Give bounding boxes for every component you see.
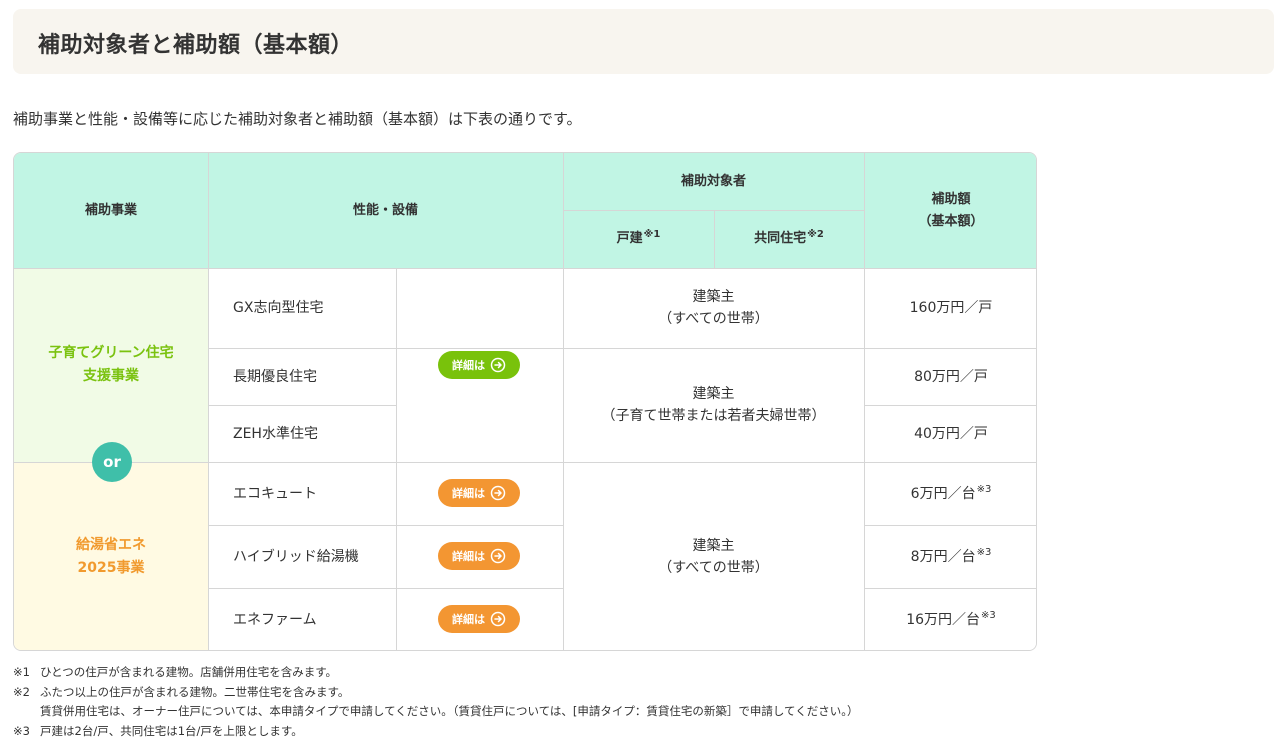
grid-line bbox=[714, 210, 715, 268]
detail-button-ecocute[interactable]: 詳細は bbox=[438, 479, 520, 507]
grid-line bbox=[208, 525, 563, 526]
grid-line bbox=[864, 588, 1036, 589]
intro-text: 補助事業と性能・設備等に応じた補助対象者と補助額（基本額）は下表の通りです。 bbox=[13, 110, 582, 128]
grid-line bbox=[14, 462, 1036, 463]
grid-line bbox=[208, 348, 1036, 349]
target-water: 建築主 （すべての世帯） bbox=[563, 462, 864, 650]
target-long-zeh: 建築主 （子育て世帯または若者夫婦世帯） bbox=[563, 348, 864, 462]
grid-line bbox=[396, 268, 397, 650]
amount-long-term: 80万円／戸 bbox=[864, 348, 1036, 405]
arrow-circle-right-icon bbox=[490, 357, 506, 373]
arrow-circle-right-icon bbox=[490, 485, 506, 501]
footnotes: ※1 ひとつの住戸が含まれる建物。店舗併用住宅を含みます。 ※2 ふたつ以上の住戸が… bbox=[13, 663, 858, 741]
amount-zeh: 40万円／戸 bbox=[864, 405, 1036, 462]
grid-line bbox=[208, 153, 209, 650]
arrow-circle-right-icon bbox=[490, 548, 506, 564]
amount-ecocute: 6万円／台 ※3 bbox=[864, 462, 1036, 525]
footnote: ※2 ふたつ以上の住戸が含まれる建物。二世帯住宅を含みます。 bbox=[13, 684, 350, 699]
program-water-heater: 給湯省エネ 2025事業 bbox=[14, 462, 208, 650]
header-target: 補助対象者 bbox=[563, 153, 864, 210]
arrow-circle-right-icon bbox=[490, 611, 506, 627]
grid-line bbox=[864, 405, 1036, 406]
detail-button-green-housing[interactable]: 詳細は bbox=[438, 351, 520, 379]
section-heading-box: 補助対象者と補助額（基本額） bbox=[13, 9, 1274, 74]
grid-line bbox=[864, 153, 865, 650]
header-amount: 補助額 （基本額） bbox=[864, 153, 1036, 268]
item-long-term: 長期優良住宅 bbox=[208, 348, 396, 405]
item-zeh: ZEH水準住宅 bbox=[208, 405, 396, 462]
program-green-housing: 子育てグリーン住宅 支援事業 bbox=[14, 268, 208, 462]
amount-enefarm: 16万円／台 ※3 bbox=[864, 588, 1036, 650]
header-detached: 戸建 ※1 bbox=[563, 210, 714, 268]
footnote: ※3 戸建は2台/戸、共同住宅は1台/戸を上限とします。 bbox=[13, 723, 303, 738]
header-collective: 共同住宅 ※2 bbox=[714, 210, 864, 268]
target-gx: 建築主 （すべての世帯） bbox=[563, 268, 864, 348]
detail-button-hybrid[interactable]: 詳細は bbox=[438, 542, 520, 570]
header-program: 補助事業 bbox=[14, 153, 208, 268]
item-enefarm: エネファーム bbox=[208, 588, 396, 650]
page-title: 補助対象者と補助額（基本額） bbox=[38, 33, 354, 58]
grid-line bbox=[864, 525, 1036, 526]
grid-line bbox=[208, 588, 563, 589]
footnote: ※1 ひとつの住戸が含まれる建物。店舗併用住宅を含みます。 bbox=[13, 665, 338, 679]
amount-gx: 160万円／戸 bbox=[864, 268, 1036, 348]
grid-line bbox=[208, 405, 396, 406]
grid-line bbox=[563, 153, 564, 650]
item-gx: GX志向型住宅 bbox=[208, 268, 396, 348]
subsidy-table: 補助事業 性能・設備 補助対象者 戸建 ※1 共同住宅 ※2 補助額 （基本額） 子… bbox=[13, 152, 1037, 651]
amount-hybrid: 8万円／台 ※3 bbox=[864, 525, 1036, 588]
grid-line bbox=[563, 210, 864, 211]
footnote: 賃貸併用住宅は、オーナー住戸については、本申請タイプで申請してください。（賃貸住… bbox=[40, 704, 859, 718]
detail-button-enefarm[interactable]: 詳細は bbox=[438, 605, 520, 633]
header-performance: 性能・設備 bbox=[208, 153, 563, 268]
item-ecocute: エコキュート bbox=[208, 462, 396, 525]
grid-line bbox=[14, 268, 1036, 269]
or-badge: or bbox=[92, 442, 132, 482]
item-hybrid: ハイブリッド給湯機 bbox=[208, 525, 396, 588]
